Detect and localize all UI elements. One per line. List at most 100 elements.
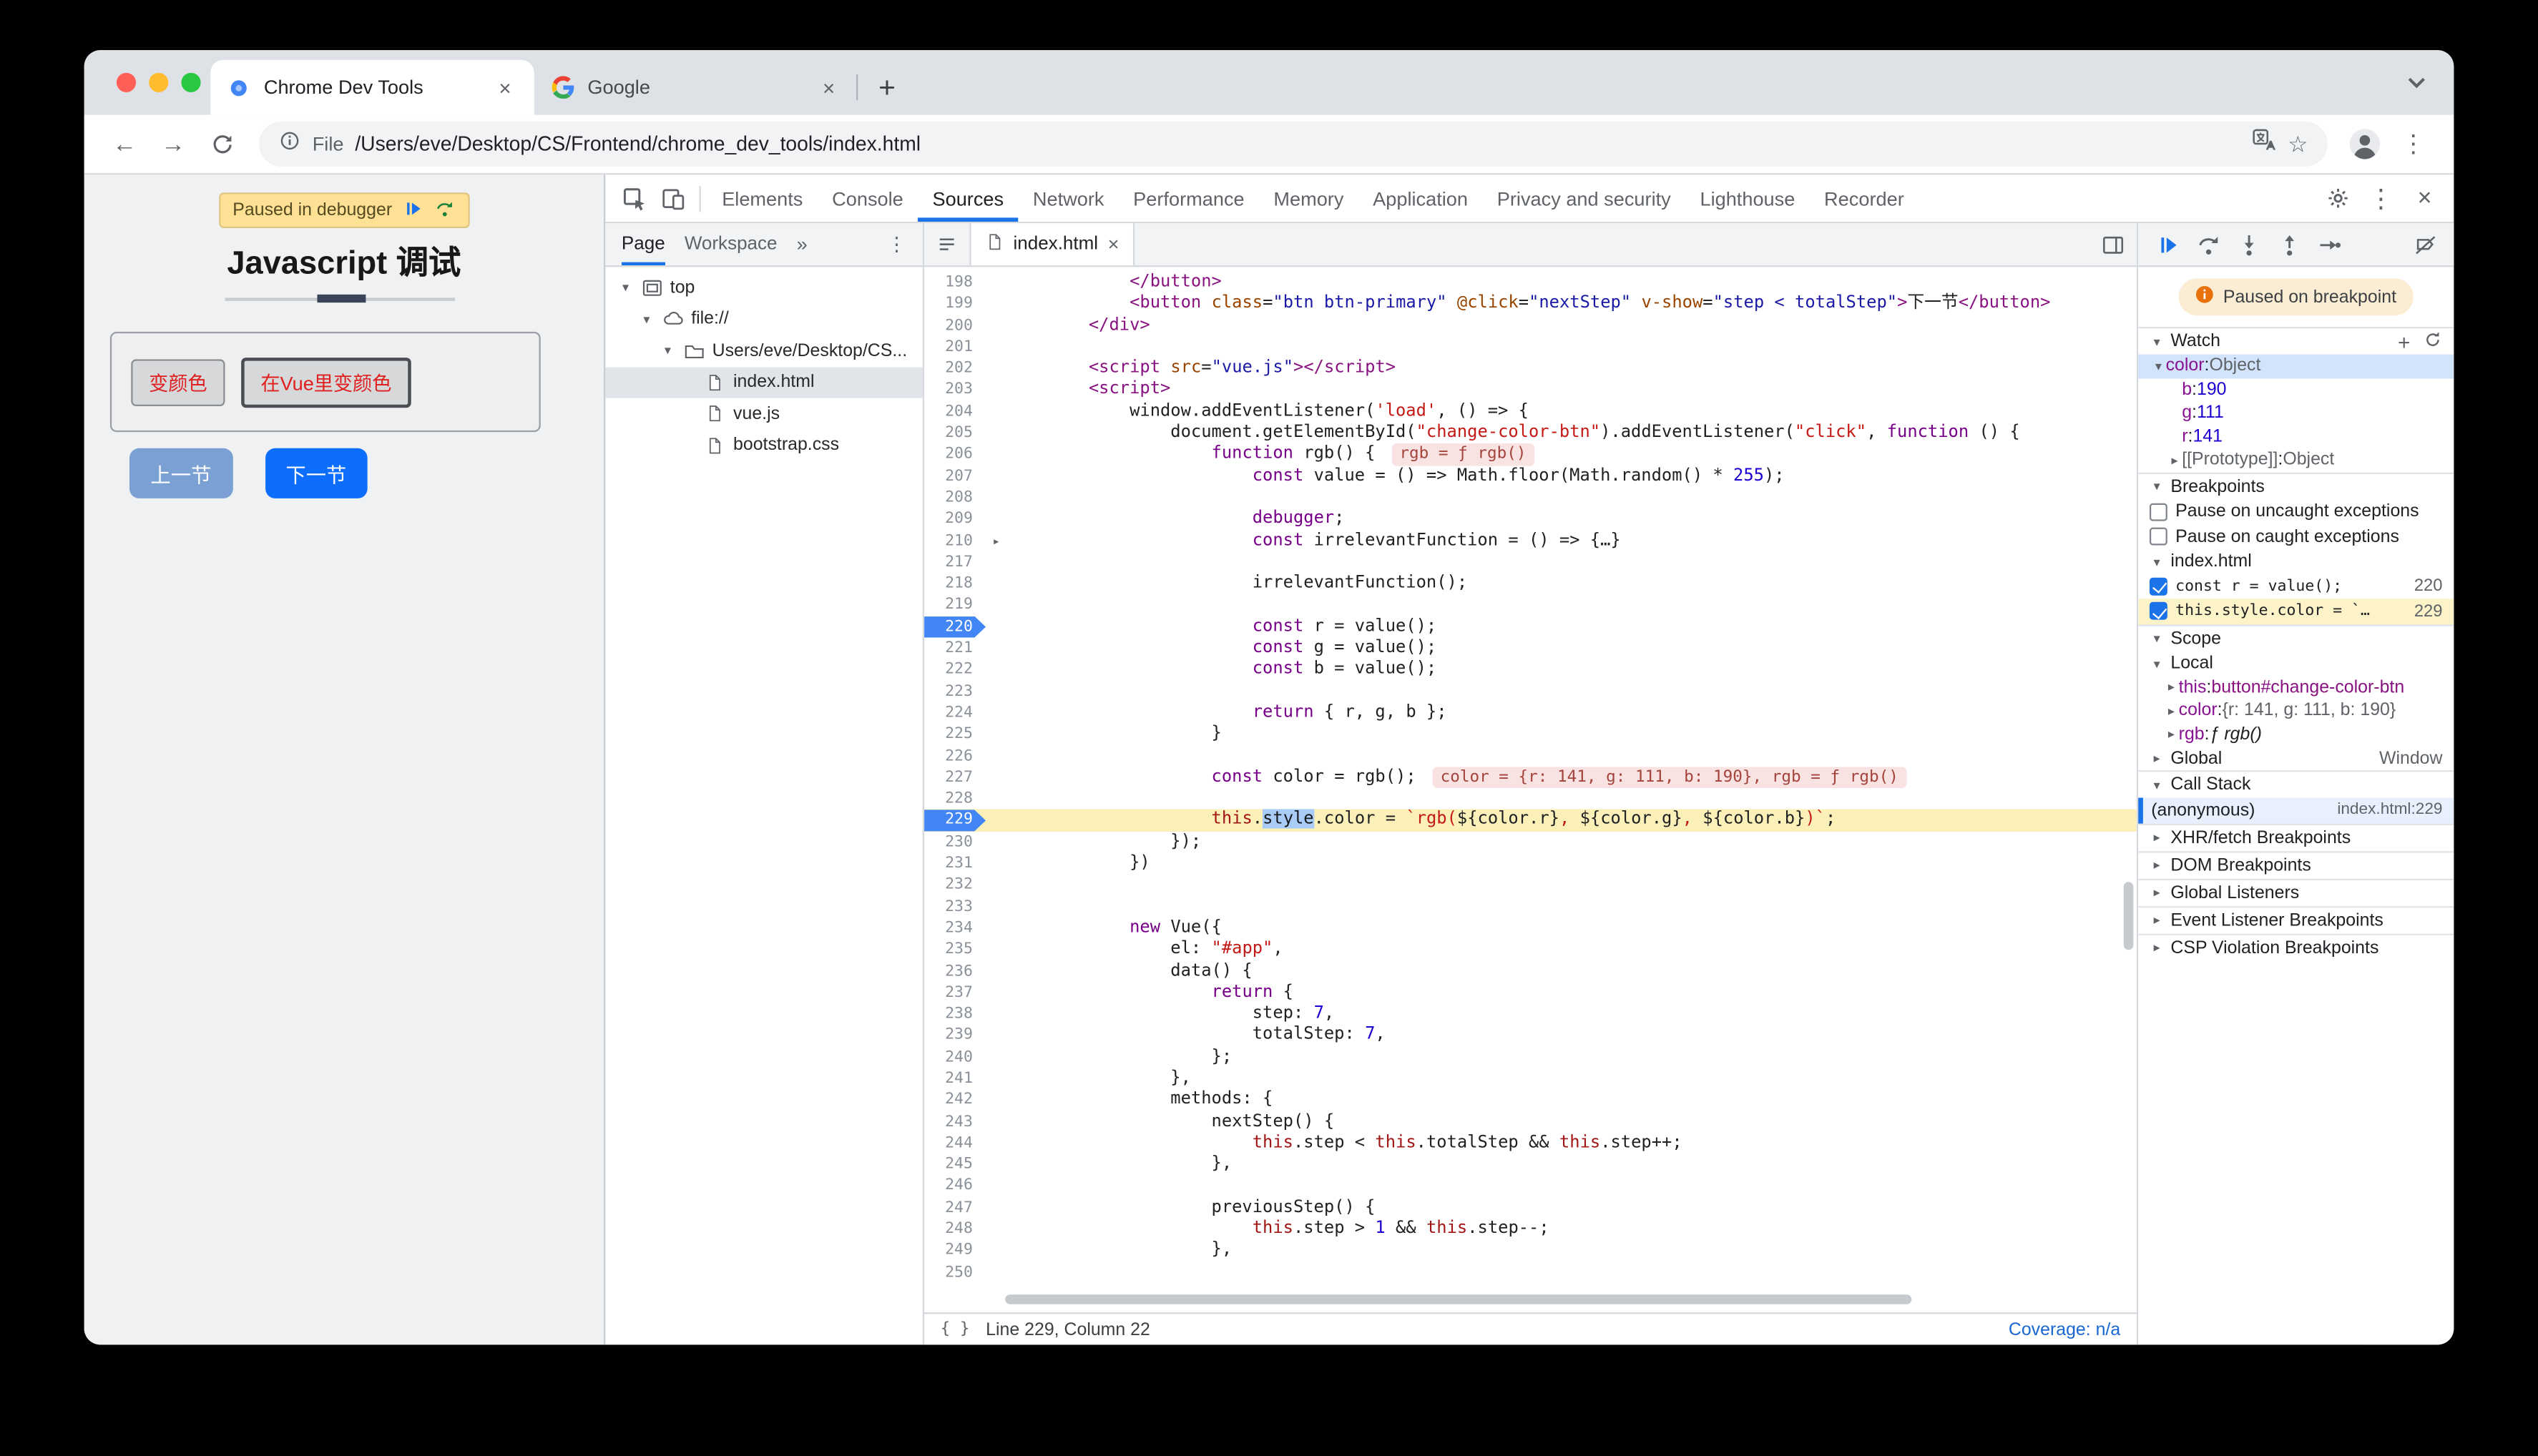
line-number[interactable]: 240 [924, 1046, 986, 1068]
line-number[interactable]: 232 [924, 875, 986, 896]
navigator-menu-icon[interactable]: ⋮ [887, 233, 906, 256]
vue-change-color-button[interactable]: 在Vue里变颜色 [241, 356, 411, 408]
line-number[interactable]: 218 [924, 573, 986, 594]
line-number[interactable]: 204 [924, 401, 986, 423]
url-text[interactable]: /Users/eve/Desktop/CS/Frontend/chrome_de… [355, 133, 2240, 156]
avatar[interactable] [2343, 123, 2386, 165]
reload-icon[interactable] [201, 123, 243, 165]
line-number[interactable]: 241 [924, 1068, 986, 1089]
tab-close-icon[interactable]: × [492, 75, 518, 99]
back-icon[interactable]: ← [104, 123, 146, 165]
scope-section-header[interactable]: ▾ Scope [2138, 624, 2454, 651]
line-number[interactable]: 248 [924, 1219, 986, 1240]
devtools-tab-console[interactable]: Console [818, 174, 918, 222]
pause-exception-toggle[interactable]: Pause on caught exceptions [2138, 524, 2454, 549]
watch-row[interactable]: g: 111 [2138, 401, 2454, 425]
forward-icon[interactable]: → [152, 123, 195, 165]
prev-step-button[interactable]: 上一节 [129, 448, 232, 498]
line-number[interactable]: 222 [924, 659, 986, 681]
devtools-tab-sources[interactable]: Sources [918, 174, 1018, 222]
code-area[interactable]: 198 </button> 199 <button class="btn btn-… [924, 267, 2137, 1313]
pretty-print-icon[interactable]: { } [941, 1320, 970, 1338]
line-number[interactable]: 219 [924, 594, 986, 616]
chevron-down-icon[interactable]: ▾ [640, 312, 654, 326]
tab-close-icon[interactable]: × [815, 75, 841, 99]
chevron-right-icon[interactable]: ▸ [2164, 704, 2178, 718]
line-number[interactable]: 242 [924, 1089, 986, 1111]
line-number[interactable]: 234 [924, 918, 986, 939]
editor-tab-index-html[interactable]: index.html × [969, 223, 1136, 266]
step-into-icon[interactable] [2235, 232, 2261, 257]
file-tree-item[interactable]: vue.js [605, 398, 923, 430]
open-files-icon[interactable] [924, 223, 969, 265]
line-number[interactable]: 246 [924, 1176, 986, 1197]
navigator-tab-page[interactable]: Page [622, 223, 665, 265]
line-number[interactable]: 233 [924, 896, 986, 918]
chevron-down-icon[interactable]: ▾ [2151, 359, 2165, 373]
line-number[interactable]: 209 [924, 508, 986, 530]
call-stack-section-header[interactable]: ▾ Call Stack [2138, 770, 2454, 797]
next-step-button[interactable]: 下一节 [264, 448, 368, 498]
file-tree-item[interactable]: index.html [605, 366, 923, 398]
devtools-tab-privacy-and-security[interactable]: Privacy and security [1482, 174, 1685, 222]
step-icon[interactable] [2316, 232, 2342, 257]
devtools-tab-lighthouse[interactable]: Lighthouse [1685, 174, 1810, 222]
devtools-tab-memory[interactable]: Memory [1259, 174, 1358, 222]
line-number[interactable]: 237 [924, 982, 986, 1003]
line-number[interactable]: 238 [924, 1003, 986, 1025]
scope-variable-row[interactable]: ▸ color: {r: 141, g: 111, b: 190} [2138, 699, 2454, 723]
chevron-down-icon[interactable]: ▾ [660, 343, 675, 358]
toggle-debugger-sidebar-icon[interactable] [2088, 223, 2137, 265]
vertical-scrollbar[interactable] [2123, 882, 2134, 950]
device-toolbar-icon[interactable] [654, 180, 692, 216]
devtools-tab-recorder[interactable]: Recorder [1810, 174, 1919, 222]
collapsed-section-dom-breakpoints[interactable]: ▸ DOM Breakpoints [2138, 850, 2454, 877]
line-number[interactable]: 203 [924, 380, 986, 401]
chevron-right-icon[interactable]: ▸ [2167, 453, 2182, 467]
banner-step-over-icon[interactable] [434, 198, 455, 222]
coverage-link[interactable]: Coverage: n/a [2009, 1319, 2120, 1339]
chevron-right-icon[interactable]: ▸ [2164, 680, 2178, 694]
line-number[interactable]: 205 [924, 423, 986, 444]
checkbox-unchecked[interactable] [2149, 503, 2167, 521]
collapsed-section-global-listeners[interactable]: ▸ Global Listeners [2138, 877, 2454, 905]
line-number[interactable]: 210 [924, 530, 986, 551]
watch-section-header[interactable]: ▾ Watch + [2138, 327, 2454, 354]
scope-local-group[interactable]: ▾ Local [2138, 651, 2454, 676]
step-over-icon[interactable] [2195, 232, 2220, 257]
chevron-down-icon[interactable]: ▾ [618, 280, 632, 295]
translate-icon[interactable] [2252, 128, 2277, 160]
devtools-tab-application[interactable]: Application [1358, 174, 1483, 222]
file-tree-item[interactable]: ▾ Users/eve/Desktop/CS... [605, 335, 923, 366]
scope-variable-row[interactable]: ▸ this: button#change-color-btn [2138, 676, 2454, 699]
breakpoint-line-number[interactable]: 229 [924, 810, 986, 832]
inspect-icon[interactable] [615, 180, 654, 216]
minimize-window-button[interactable] [149, 72, 169, 92]
checkbox-checked[interactable] [2149, 577, 2167, 596]
line-number[interactable]: 250 [924, 1261, 986, 1283]
breakpoint-file-group[interactable]: ▾ index.html [2138, 549, 2454, 574]
watch-row[interactable]: r: 141 [2138, 425, 2454, 448]
url-bar[interactable]: File /Users/eve/Desktop/CS/Frontend/chro… [259, 121, 2328, 167]
line-number[interactable]: 235 [924, 939, 986, 960]
pause-exception-toggle[interactable]: Pause on uncaught exceptions [2138, 499, 2454, 524]
navigator-tab-workspace[interactable]: Workspace [685, 223, 778, 265]
line-number[interactable]: 206 [924, 444, 986, 466]
collapsed-section-csp-violation-breakpoints[interactable]: ▸ CSP Violation Breakpoints [2138, 933, 2454, 960]
breakpoint-line-number[interactable]: 220 [924, 616, 986, 638]
breakpoints-section-header[interactable]: ▾ Breakpoints [2138, 471, 2454, 499]
bookmark-star-icon[interactable]: ☆ [2288, 130, 2308, 157]
line-number[interactable]: 247 [924, 1197, 986, 1219]
navigator-overflow-icon[interactable]: » [797, 233, 808, 256]
line-number[interactable]: 244 [924, 1133, 986, 1154]
line-number[interactable]: 224 [924, 702, 986, 724]
fold-marker-icon[interactable]: ▸ [986, 530, 1006, 551]
line-number[interactable]: 200 [924, 315, 986, 336]
line-number[interactable]: 221 [924, 638, 986, 659]
collapsed-section-event-listener-breakpoints[interactable]: ▸ Event Listener Breakpoints [2138, 905, 2454, 933]
browser-tab[interactable]: Chrome Dev Tools × [210, 59, 534, 115]
line-number[interactable]: 245 [924, 1154, 986, 1176]
add-watch-icon[interactable]: + [2398, 329, 2410, 353]
watch-row[interactable]: ▸ [[Prototype]]: Object [2138, 448, 2454, 472]
collapsed-section-xhr-fetch-breakpoints[interactable]: ▸ XHR/fetch Breakpoints [2138, 822, 2454, 850]
